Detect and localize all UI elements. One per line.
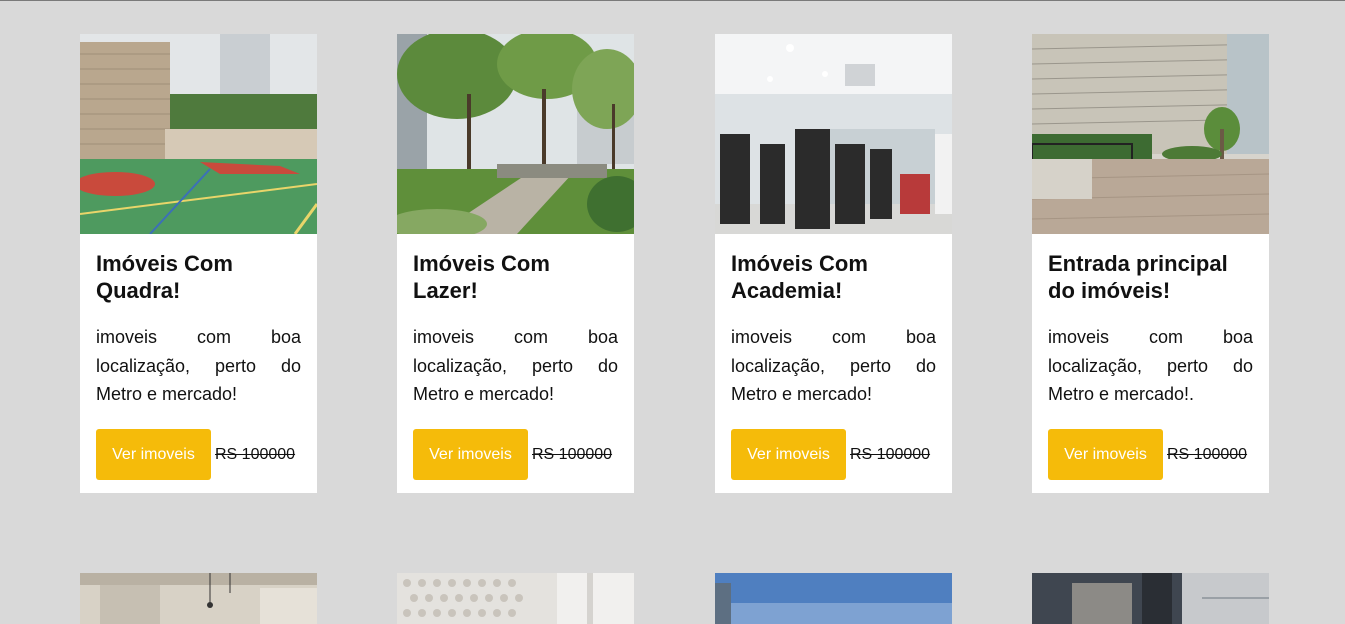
price-label: RS 100000 [1167, 445, 1248, 463]
price-label: RS 100000 [215, 445, 296, 463]
property-card [715, 573, 952, 624]
exterior-sky-photo [715, 573, 952, 624]
top-border [0, 0, 1345, 1]
property-card [1032, 573, 1269, 624]
interior-photo [80, 573, 317, 624]
card-description: imoveis com boa localização, perto do Me… [731, 327, 936, 404]
sports-court-photo [80, 34, 317, 234]
card-title: Imóveis Com Quadra! [96, 251, 233, 303]
price-label: RS 100000 [850, 445, 931, 463]
card-description: imoveis com boa localização, perto do Me… [96, 327, 301, 404]
price-label: RS 100000 [532, 445, 613, 463]
property-card: Imóveis Com Quadra! imoveis com boa loca… [80, 34, 317, 493]
property-card [397, 573, 634, 624]
card-title: Imóveis Com Academia! [731, 251, 868, 303]
view-properties-button[interactable]: Ver imoveis [96, 429, 211, 480]
building-entrance-photo [1032, 34, 1269, 234]
card-title: Entrada principal do imóveis! [1048, 251, 1228, 303]
dark-interior-photo [1032, 573, 1269, 624]
property-card [80, 573, 317, 624]
card-description: imoveis com boa localização, perto do Me… [1048, 327, 1253, 404]
property-card: Imóveis Com Lazer! imoveis com boa local… [397, 34, 634, 493]
patterned-wall-photo [397, 573, 634, 624]
garden-photo [397, 34, 634, 234]
view-properties-button[interactable]: Ver imoveis [731, 429, 846, 480]
gym-photo [715, 34, 952, 234]
property-card: Entrada principal do imóveis! imoveis co… [1032, 34, 1269, 493]
view-properties-button[interactable]: Ver imoveis [413, 429, 528, 480]
property-card: Imóveis Com Academia! imoveis com boa lo… [715, 34, 952, 493]
card-title: Imóveis Com Lazer! [413, 251, 550, 303]
card-description: imoveis com boa localização, perto do Me… [413, 327, 618, 404]
view-properties-button[interactable]: Ver imoveis [1048, 429, 1163, 480]
